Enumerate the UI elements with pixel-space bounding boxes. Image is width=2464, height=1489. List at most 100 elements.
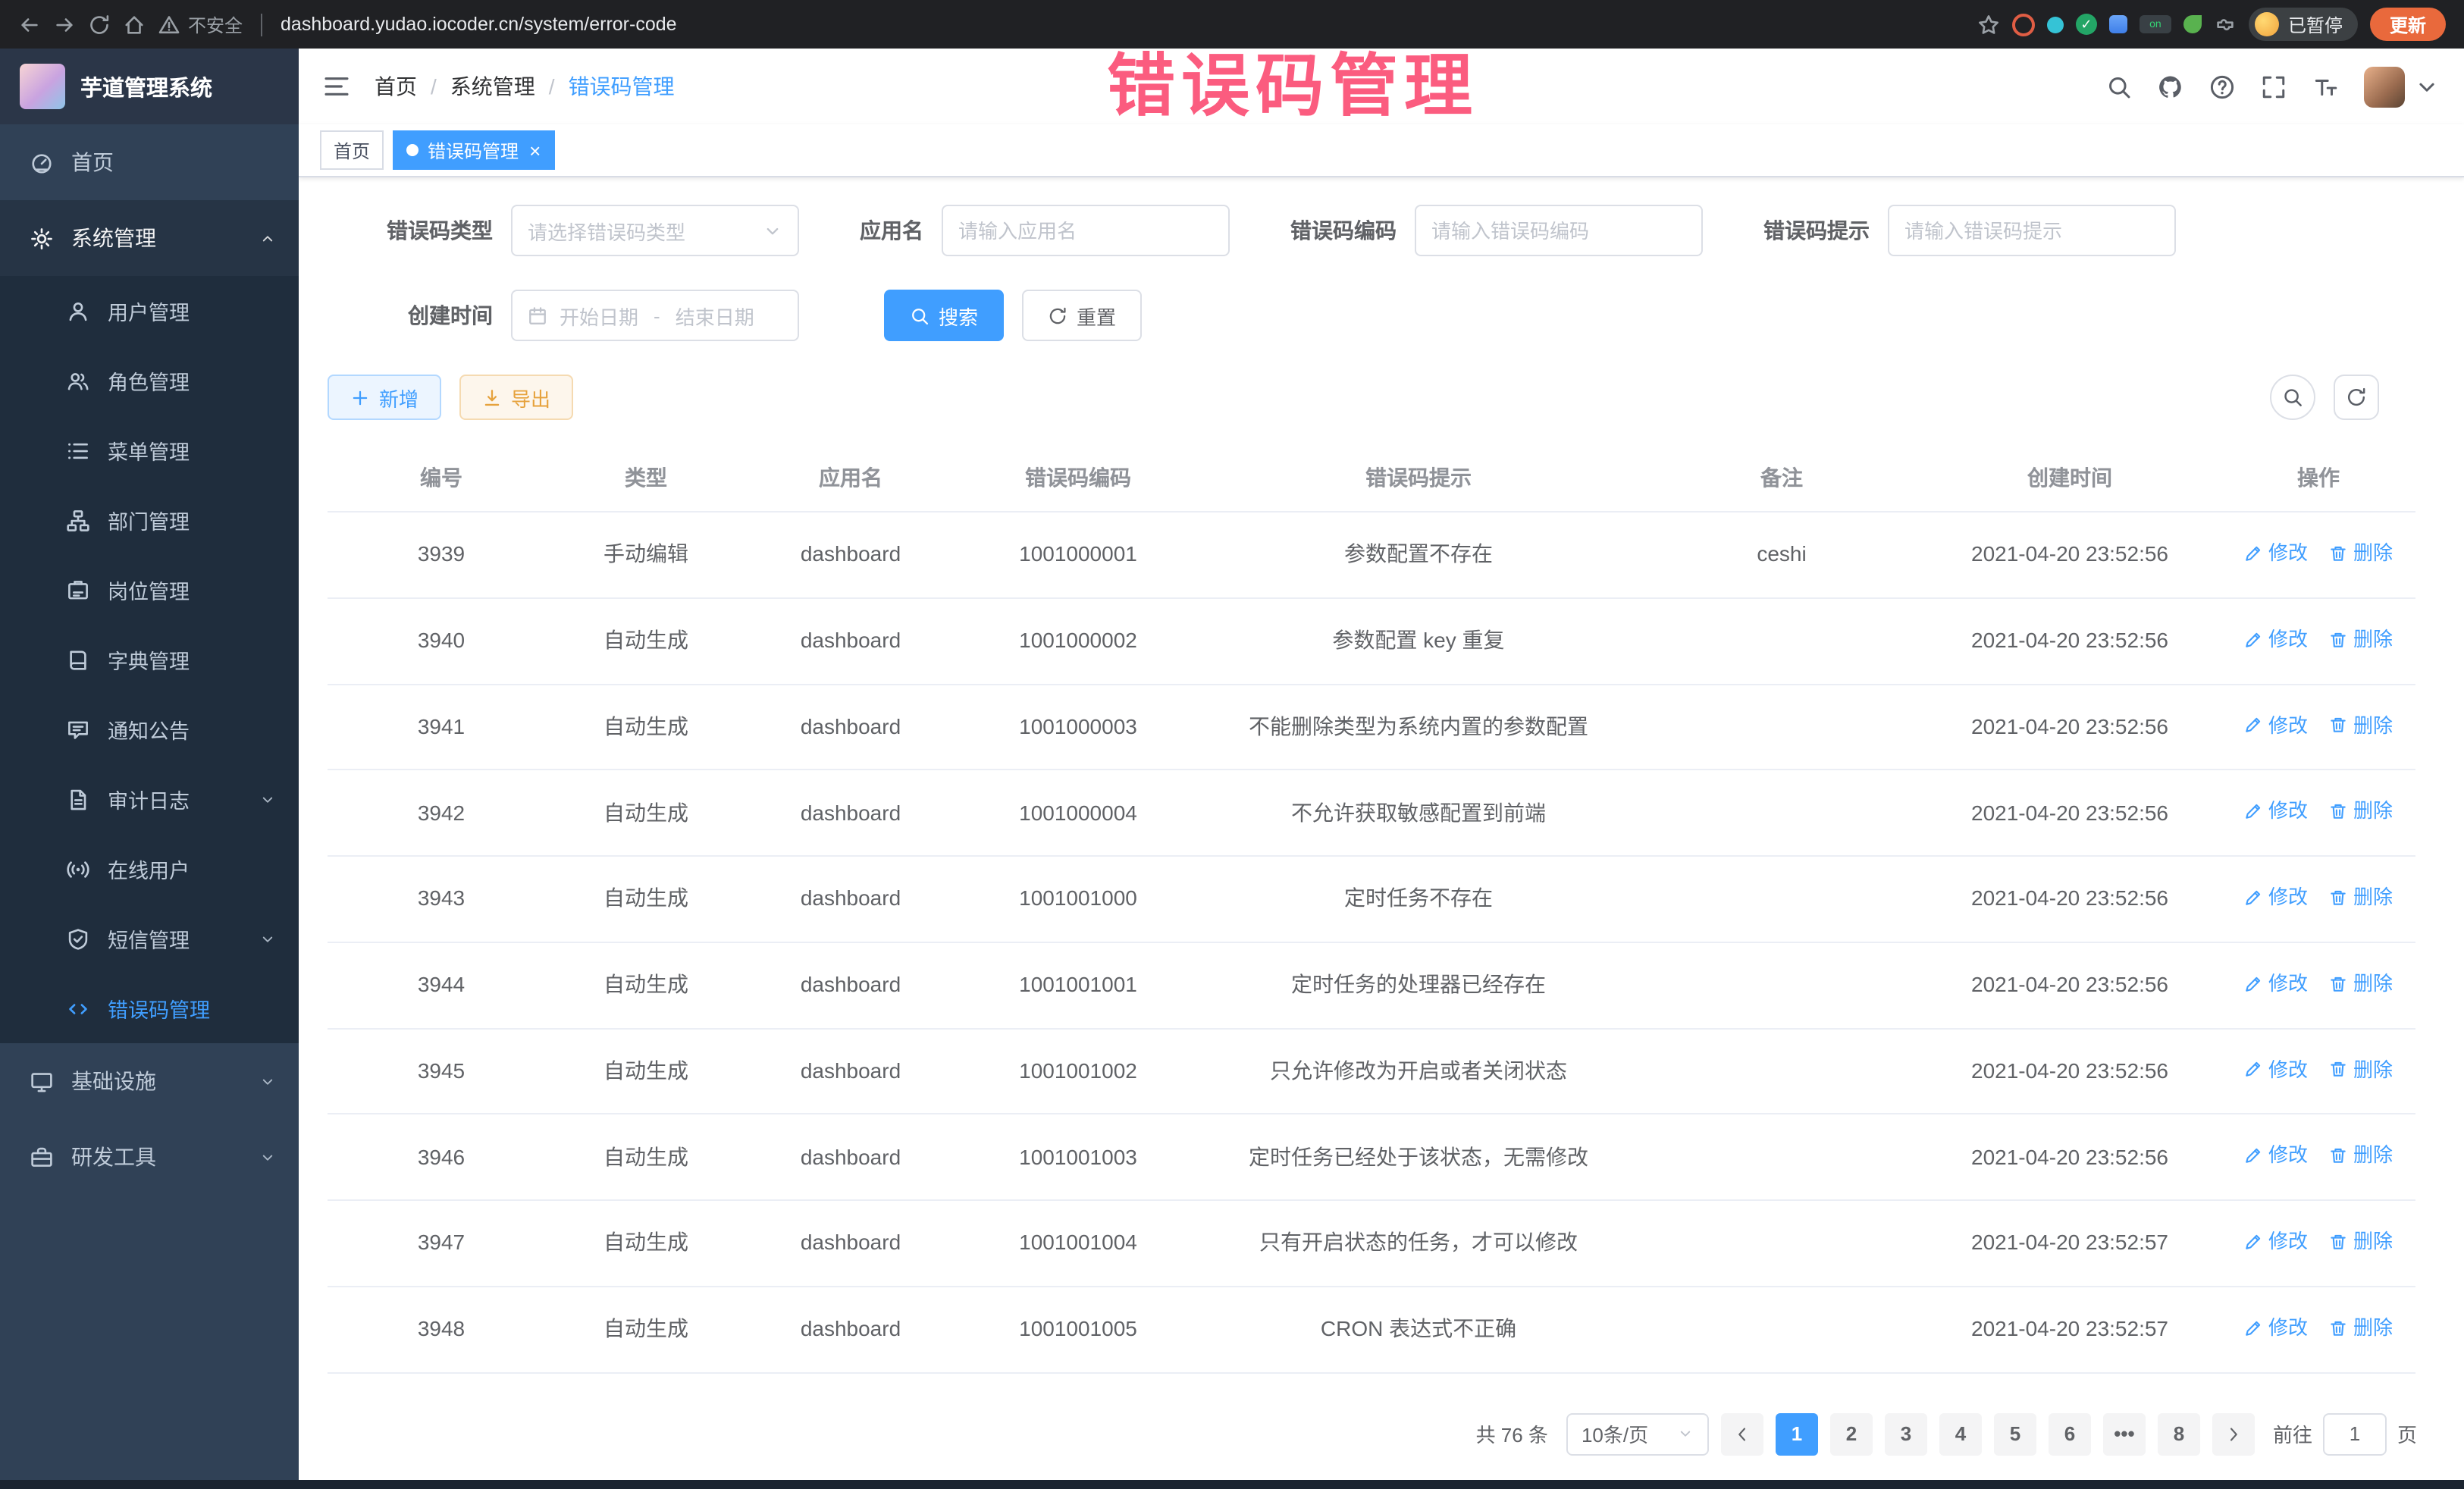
date-range-separator: - (654, 304, 660, 327)
back-icon[interactable] (18, 13, 41, 36)
table-row: 3946自动生成dashboard1001001003定时任务已经处于该状态，无… (328, 1114, 2415, 1201)
sidebar-item-user[interactable]: 用户管理 (0, 276, 299, 346)
toggle-search-button[interactable] (2270, 375, 2315, 420)
edit-link[interactable]: 修改 (2244, 1227, 2308, 1256)
font-size-icon[interactable] (2312, 74, 2338, 99)
delete-link[interactable]: 删除 (2329, 797, 2393, 826)
reload-icon[interactable] (88, 13, 111, 36)
cell-remark (1645, 942, 1918, 1029)
tab-home[interactable]: 首页 (320, 130, 384, 170)
delete-link[interactable]: 删除 (2329, 625, 2393, 654)
sidebar-item-menu[interactable]: 菜单管理 (0, 415, 299, 485)
edit-link[interactable]: 修改 (2244, 1055, 2308, 1084)
extension-icon[interactable]: on (2140, 15, 2171, 33)
export-button[interactable]: 导出 (459, 375, 573, 420)
pagination: 共 76 条 10条/页 123456•••8 前往 页 (299, 1412, 2417, 1455)
delete-link[interactable]: 删除 (2329, 1141, 2393, 1171)
next-page-button[interactable] (2212, 1412, 2255, 1455)
sidebar-item-dict[interactable]: 字典管理 (0, 625, 299, 694)
app-name-input[interactable] (942, 205, 1230, 256)
sidebar-item-tool[interactable]: 研发工具 (0, 1119, 299, 1195)
paused-badge[interactable]: 已暂停 (2249, 8, 2358, 41)
sidebar-item-dept[interactable]: 部门管理 (0, 485, 299, 555)
search-button[interactable]: 搜索 (884, 290, 1004, 341)
sidebar-item-sms[interactable]: 短信管理 (0, 904, 299, 973)
delete-link[interactable]: 删除 (2329, 969, 2393, 998)
page-button-3[interactable]: 3 (1885, 1412, 1927, 1455)
extension-icon[interactable] (2183, 15, 2202, 33)
cell-actions: 修改删除 (2221, 598, 2415, 685)
delete-link[interactable]: 删除 (2329, 1313, 2393, 1343)
extension-icon[interactable] (2012, 13, 2035, 36)
extension-icon[interactable] (2047, 16, 2064, 33)
breadcrumb-home[interactable]: 首页 (375, 71, 417, 102)
edit-link[interactable]: 修改 (2244, 1141, 2308, 1171)
edit-link[interactable]: 修改 (2244, 710, 2308, 740)
delete-link[interactable]: 删除 (2329, 538, 2393, 568)
breadcrumb-system[interactable]: 系统管理 (450, 71, 535, 102)
user-menu[interactable] (2364, 66, 2440, 107)
cell-time: 2021-04-20 23:52:56 (1918, 942, 2221, 1029)
sidebar-item-log[interactable]: 审计日志 (0, 764, 299, 834)
search-icon[interactable] (2106, 74, 2132, 99)
edit-link[interactable]: 修改 (2244, 969, 2308, 998)
sidebar-item-online[interactable]: 在线用户 (0, 834, 299, 904)
error-msg-input[interactable] (1888, 205, 2176, 256)
forward-icon[interactable] (53, 13, 76, 36)
edit-link[interactable]: 修改 (2244, 797, 2308, 826)
prev-page-button[interactable] (1721, 1412, 1763, 1455)
bookmark-star-icon[interactable] (1977, 13, 2000, 36)
page-button-6[interactable]: 6 (2049, 1412, 2091, 1455)
page-size-select[interactable]: 10条/页 (1566, 1412, 1709, 1455)
page-button-4[interactable]: 4 (1939, 1412, 1982, 1455)
security-label[interactable]: 不安全 (158, 11, 243, 37)
sidebar-item-infra[interactable]: 基础设施 (0, 1043, 299, 1119)
github-icon[interactable] (2158, 74, 2183, 99)
sidebar-item-gear[interactable]: 系统管理 (0, 200, 299, 276)
close-icon[interactable]: × (529, 140, 541, 160)
sidebar-item-dashboard[interactable]: 首页 (0, 124, 299, 200)
cell-message: 不能删除类型为系统内置的参数配置 (1192, 684, 1645, 770)
goto-page-input[interactable] (2323, 1412, 2387, 1455)
edit-link[interactable]: 修改 (2244, 625, 2308, 654)
page-button-5[interactable]: 5 (1994, 1412, 2036, 1455)
sidebar-item-error-code[interactable]: 错误码管理 (0, 973, 299, 1043)
sidebar-item-notice[interactable]: 通知公告 (0, 694, 299, 764)
page-button-1[interactable]: 1 (1776, 1412, 1818, 1455)
app-logo-row[interactable]: 芋道管理系统 (0, 49, 299, 124)
column-header: 备注 (1645, 444, 1918, 512)
avatar[interactable] (2364, 66, 2405, 107)
update-button[interactable]: 更新 (2370, 8, 2446, 41)
address-bar[interactable]: dashboard.yudao.iocoder.cn/system/error-… (281, 14, 677, 35)
hamburger-icon[interactable] (323, 73, 350, 100)
refresh-table-button[interactable] (2334, 375, 2379, 420)
page-button-2[interactable]: 2 (1830, 1412, 1873, 1455)
home-icon[interactable] (123, 13, 146, 36)
delete-link[interactable]: 删除 (2329, 882, 2393, 912)
goto-label: 前往 (2273, 1419, 2312, 1448)
add-button[interactable]: 新增 (328, 375, 441, 420)
extensions-puzzle-icon[interactable] (2214, 13, 2237, 36)
extension-icon[interactable] (2109, 15, 2127, 33)
tab-error-code[interactable]: 错误码管理× (393, 130, 554, 170)
sidebar-item-label: 字典管理 (108, 644, 276, 675)
sidebar-item-role[interactable]: 角色管理 (0, 346, 299, 415)
error-type-select[interactable]: 请选择错误码类型 (511, 205, 799, 256)
delete-link[interactable]: 删除 (2329, 1055, 2393, 1084)
page-button-8[interactable]: 8 (2158, 1412, 2200, 1455)
delete-link[interactable]: 删除 (2329, 1227, 2393, 1256)
online-icon (67, 857, 89, 880)
edit-link[interactable]: 修改 (2244, 1313, 2308, 1343)
error-code-input[interactable] (1415, 205, 1703, 256)
delete-link[interactable]: 删除 (2329, 710, 2393, 740)
edit-link[interactable]: 修改 (2244, 538, 2308, 568)
cell-message: 定时任务已经处于该状态，无需修改 (1192, 1114, 1645, 1201)
fullscreen-icon[interactable] (2261, 74, 2287, 99)
edit-link[interactable]: 修改 (2244, 882, 2308, 912)
extension-icon[interactable]: ✓ (2076, 14, 2097, 35)
pager-ellipsis[interactable]: ••• (2103, 1412, 2146, 1455)
date-range-picker[interactable]: 开始日期 - 结束日期 (511, 290, 799, 341)
reset-button[interactable]: 重置 (1022, 290, 1142, 341)
help-icon[interactable] (2209, 74, 2235, 99)
sidebar-item-post[interactable]: 岗位管理 (0, 555, 299, 625)
